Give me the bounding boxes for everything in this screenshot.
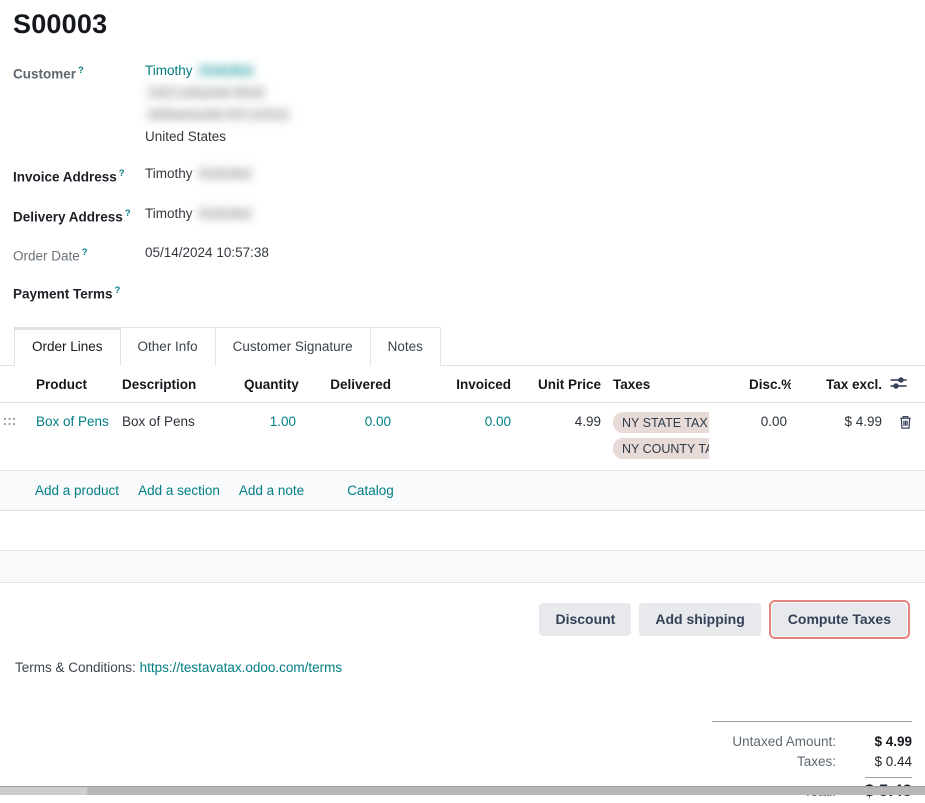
col-invoiced: Invoiced bbox=[395, 366, 515, 403]
order-fields: Customer? Timothy Kukulka 182 Lafayette … bbox=[13, 60, 925, 304]
order-date-label: Order Date? bbox=[13, 242, 145, 267]
bottom-window-edge bbox=[0, 786, 925, 795]
taxes-row: Taxes: $ 0.44 bbox=[712, 751, 912, 771]
help-icon[interactable]: ? bbox=[82, 247, 88, 258]
help-icon[interactable]: ? bbox=[115, 285, 121, 296]
terms-link[interactable]: https://testavatax.odoo.com/terms bbox=[140, 660, 343, 675]
notebook-tabs: Order Lines Other Info Customer Signatur… bbox=[0, 327, 925, 366]
tab-notes[interactable]: Notes bbox=[371, 327, 441, 366]
optional-columns-header bbox=[886, 366, 925, 403]
empty-table-row bbox=[0, 551, 925, 583]
field-order-date: Order Date? 05/14/2024 10:57:38 bbox=[13, 242, 925, 267]
col-taxes: Taxes bbox=[605, 366, 745, 403]
cell-delivered[interactable]: 0.00 bbox=[300, 403, 395, 471]
cell-quantity[interactable]: 1.00 bbox=[240, 403, 300, 471]
col-description: Description bbox=[118, 366, 240, 403]
add-product-link[interactable]: Add a product bbox=[35, 483, 119, 498]
customer-address-line1-redacted: 182 Lafayette Blvd bbox=[145, 85, 267, 100]
col-unit-price: Unit Price bbox=[515, 366, 605, 403]
tab-order-lines[interactable]: Order Lines bbox=[14, 327, 121, 366]
field-delivery-address: Delivery Address? Timothy Kukulka bbox=[13, 203, 925, 228]
add-section-link[interactable]: Add a section bbox=[138, 483, 220, 498]
customer-name-link[interactable]: Timothy bbox=[145, 63, 193, 78]
order-line-row: Box of Pens Box of Pens 1.00 0.00 0.00 4… bbox=[0, 403, 925, 471]
cell-disc[interactable]: 0.00 bbox=[745, 403, 791, 471]
add-note-link[interactable]: Add a note bbox=[239, 483, 304, 498]
invoice-address-redacted: Kukulka bbox=[196, 166, 254, 181]
field-customer: Customer? Timothy Kukulka 182 Lafayette … bbox=[13, 60, 925, 148]
add-shipping-button[interactable]: Add shipping bbox=[639, 603, 760, 636]
tab-customer-signature[interactable]: Customer Signature bbox=[216, 327, 371, 366]
customer-country: United States bbox=[145, 126, 292, 148]
cell-tax-excl: $ 4.99 bbox=[791, 403, 886, 471]
customer-lastname-redacted: Kukulka bbox=[196, 63, 256, 78]
delete-row-icon[interactable] bbox=[898, 414, 913, 433]
order-action-buttons: Discount Add shipping Compute Taxes bbox=[0, 600, 910, 639]
invoice-address-label: Invoice Address? bbox=[13, 163, 145, 188]
untaxed-amount-value: $ 4.99 bbox=[846, 734, 912, 749]
col-tax-excl: Tax excl. bbox=[791, 366, 886, 403]
cell-unit-price[interactable]: 4.99 bbox=[515, 403, 605, 471]
optional-columns-icon[interactable] bbox=[890, 376, 907, 393]
order-date-value[interactable]: 05/14/2024 10:57:38 bbox=[145, 242, 269, 267]
col-delivered: Delivered bbox=[300, 366, 395, 403]
delivery-address-redacted: Kukulka bbox=[196, 206, 254, 221]
discount-button[interactable]: Discount bbox=[539, 603, 631, 636]
table-footer-links: Add a product Add a section Add a note C… bbox=[0, 470, 925, 511]
bottom-edge-right-segment bbox=[88, 787, 925, 795]
cell-actions bbox=[886, 403, 925, 471]
col-quantity: Quantity bbox=[240, 366, 300, 403]
help-icon[interactable]: ? bbox=[78, 65, 84, 76]
invoice-address-value[interactable]: Timothy Kukulka bbox=[145, 163, 254, 188]
col-disc: Disc.% bbox=[745, 366, 791, 403]
customer-label: Customer? bbox=[13, 60, 145, 148]
customer-address-line2-redacted: Williamsville NY 14221 bbox=[145, 107, 292, 122]
col-product: Product bbox=[28, 366, 118, 403]
taxes-label: Taxes: bbox=[712, 754, 846, 769]
empty-table-row bbox=[0, 511, 925, 551]
untaxed-amount-row: Untaxed Amount: $ 4.99 bbox=[712, 731, 912, 751]
untaxed-amount-label: Untaxed Amount: bbox=[712, 734, 846, 749]
compute-taxes-button[interactable]: Compute Taxes bbox=[772, 603, 907, 636]
field-invoice-address: Invoice Address? Timothy Kukulka bbox=[13, 163, 925, 188]
tax-tag[interactable]: NY COUNTY TAX bbox=[613, 438, 709, 459]
cell-taxes[interactable]: NY STATE TAX NY COUNTY TAX bbox=[605, 403, 745, 471]
handle-column-header bbox=[0, 366, 28, 403]
taxes-value: $ 0.44 bbox=[846, 754, 912, 769]
delivery-address-value[interactable]: Timothy Kukulka bbox=[145, 203, 254, 228]
tax-tag[interactable]: NY STATE TAX bbox=[613, 412, 709, 433]
delivery-address-label: Delivery Address? bbox=[13, 203, 145, 228]
compute-taxes-highlight: Compute Taxes bbox=[769, 600, 910, 639]
tax-tags: NY STATE TAX NY COUNTY TAX bbox=[613, 412, 709, 459]
page-title: S00003 bbox=[13, 9, 925, 40]
terms-label: Terms & Conditions: bbox=[15, 660, 136, 675]
help-icon[interactable]: ? bbox=[119, 168, 125, 179]
field-payment-terms: Payment Terms? bbox=[13, 280, 925, 305]
cell-description[interactable]: Box of Pens bbox=[118, 403, 240, 471]
bottom-edge-left-segment bbox=[0, 787, 88, 795]
cell-product-link[interactable]: Box of Pens bbox=[28, 403, 118, 471]
help-icon[interactable]: ? bbox=[125, 208, 131, 219]
payment-terms-label: Payment Terms? bbox=[13, 280, 145, 305]
cell-invoiced[interactable]: 0.00 bbox=[395, 403, 515, 471]
customer-value: Timothy Kukulka 182 Lafayette Blvd Willi… bbox=[145, 60, 292, 148]
table-header-row: Product Description Quantity Delivered I… bbox=[0, 366, 925, 403]
catalog-link[interactable]: Catalog bbox=[347, 483, 394, 498]
order-lines-table: Product Description Quantity Delivered I… bbox=[0, 366, 925, 470]
tab-other-info[interactable]: Other Info bbox=[121, 327, 216, 366]
row-drag-handle-icon[interactable] bbox=[0, 403, 28, 471]
terms-and-conditions: Terms & Conditions: https://testavatax.o… bbox=[15, 660, 925, 675]
